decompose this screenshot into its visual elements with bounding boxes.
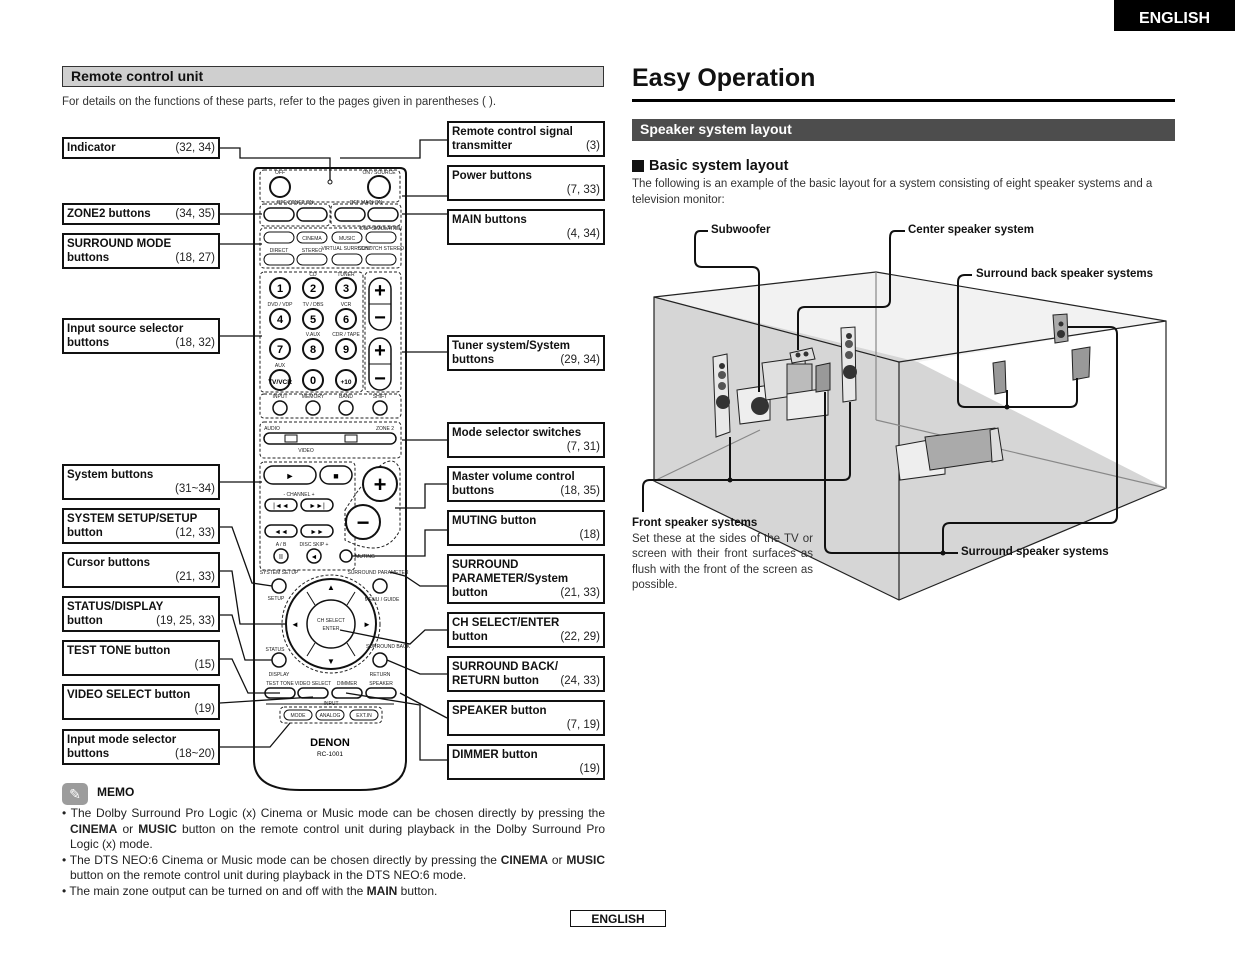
tv-stand: [786, 387, 829, 421]
label-front-speakers: Front speaker systems: [632, 517, 758, 529]
label-surround-back: Surround back speaker systems: [976, 268, 1154, 280]
label-surround: Surround speaker systems: [961, 546, 1109, 558]
surround-back-left-speaker: [992, 360, 1007, 395]
front-speaker-note: Front speaker systems Set these at the s…: [632, 516, 813, 594]
surround-left-speaker: [815, 362, 831, 393]
footer-language-label: ENGLISH: [570, 910, 666, 927]
label-center-speaker: Center speaker system: [908, 224, 1034, 236]
label-subwoofer: Subwoofer: [711, 224, 771, 236]
front-speaker-description: Set these at the sides of the TV or scre…: [632, 532, 813, 592]
surround-right-speaker: [1071, 346, 1091, 381]
speaker-layout-diagram: [642, 230, 1167, 601]
surround-back-speaker: [1052, 313, 1069, 344]
